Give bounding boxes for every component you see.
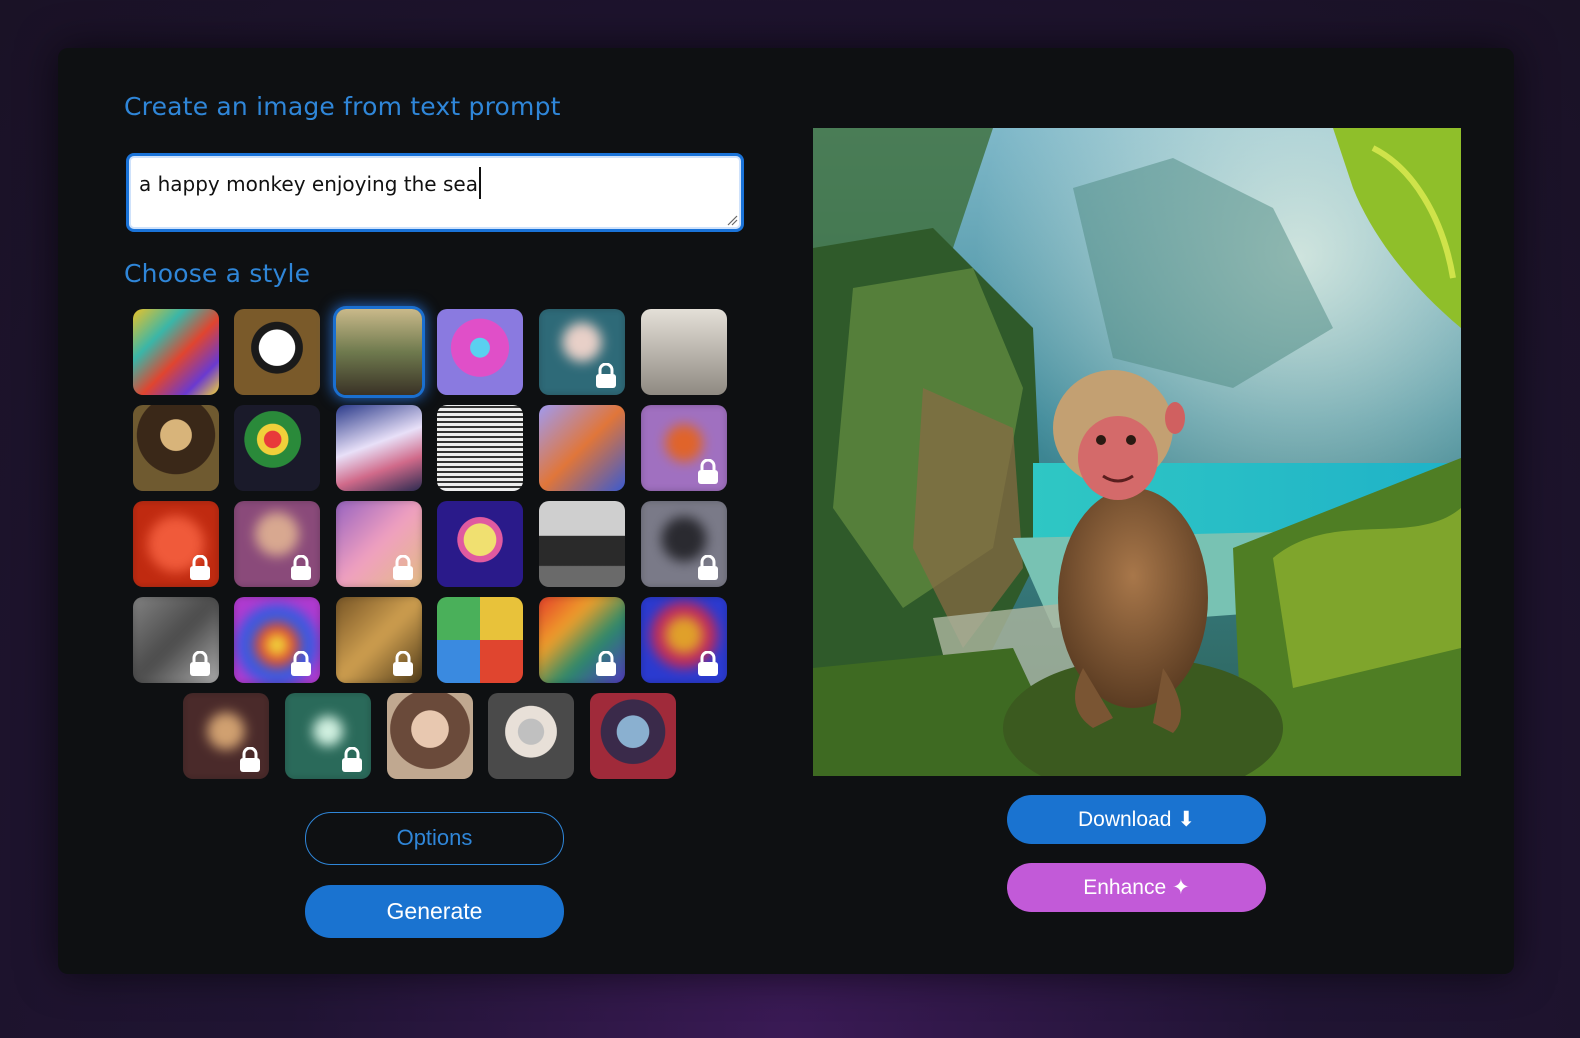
style-tile-isometric-room[interactable] [539, 405, 625, 491]
style-tile-flower-vase[interactable] [234, 405, 320, 491]
sparkle-icon: ✦ [1172, 876, 1190, 899]
style-tile-watercolor-man[interactable] [488, 693, 574, 779]
lock-icon [392, 554, 414, 581]
generate-button[interactable]: Generate [305, 885, 564, 938]
style-thumbnail [437, 501, 523, 587]
lock-icon [290, 554, 312, 581]
style-tile-vintage-engraving[interactable] [641, 309, 727, 395]
style-thumbnail [641, 309, 727, 395]
prompt-input[interactable]: a happy monkey enjoying the sea [126, 153, 744, 232]
style-tile-ballet-dancers[interactable] [336, 405, 422, 491]
lock-icon [595, 362, 617, 389]
style-thumbnail [234, 309, 320, 395]
style-thumbnail [488, 693, 574, 779]
enhance-button[interactable]: Enhance ✦ [1007, 863, 1266, 912]
style-tile-graffiti[interactable] [539, 597, 625, 683]
style-tile-icon-grid[interactable] [437, 597, 523, 683]
style-tile-classic-woman[interactable] [387, 693, 473, 779]
download-button[interactable]: Download ⬇ [1007, 795, 1266, 844]
style-thumbnail [336, 309, 422, 395]
style-tile-woman-portrait[interactable] [234, 501, 320, 587]
create-heading: Create an image from text prompt [124, 92, 561, 121]
style-tile-red-mask[interactable] [133, 501, 219, 587]
style-thumbnail [336, 405, 422, 491]
style-tile-pop-art-marilyn[interactable] [437, 501, 523, 587]
style-tile-psychedelic[interactable] [234, 597, 320, 683]
lock-icon [239, 746, 261, 773]
style-tile-fox-cartoon[interactable] [641, 405, 727, 491]
download-arrow-icon: ⬇ [1177, 808, 1195, 831]
style-tile-cup-sketch[interactable] [437, 405, 523, 491]
lock-icon [595, 650, 617, 677]
lock-icon [341, 746, 363, 773]
style-tile-teal-forest[interactable] [285, 693, 371, 779]
lock-icon [189, 554, 211, 581]
style-tile-gold-smoke[interactable] [336, 597, 422, 683]
enhance-label: Enhance [1083, 876, 1167, 899]
lock-icon [392, 650, 414, 677]
style-thumbnail [590, 693, 676, 779]
style-tile-panda-cartoon[interactable] [234, 309, 320, 395]
lock-icon [697, 458, 719, 485]
style-tile-landscape-painting[interactable] [336, 309, 422, 395]
style-tile-abstract-paint[interactable] [133, 309, 219, 395]
style-tile-colorful-face[interactable] [641, 597, 727, 683]
style-tile-modern-house[interactable] [539, 501, 625, 587]
style-tile-portrait-teal[interactable] [539, 309, 625, 395]
style-thumbnail [133, 405, 219, 491]
style-thumbnail [387, 693, 473, 779]
style-thumbnail [437, 309, 523, 395]
style-tile-cyber-face[interactable] [590, 693, 676, 779]
text-caret [478, 166, 481, 199]
lock-icon [290, 650, 312, 677]
style-thumbnail [133, 309, 219, 395]
prompt-text: a happy monkey enjoying the sea [139, 172, 478, 196]
resize-grip-icon[interactable] [726, 214, 738, 226]
style-thumbnail [539, 405, 625, 491]
style-tile-fantasy-warrior[interactable] [183, 693, 269, 779]
style-thumbnail [539, 501, 625, 587]
style-thumbnail [437, 597, 523, 683]
generated-image [813, 128, 1461, 776]
style-tile-mona-lisa[interactable] [133, 405, 219, 491]
monkey-image [813, 128, 1461, 776]
options-button[interactable]: Options [305, 812, 564, 865]
style-tile-dark-animal[interactable] [641, 501, 727, 587]
style-heading: Choose a style [124, 259, 311, 288]
lock-icon [697, 650, 719, 677]
style-tile-robot-neon[interactable] [437, 309, 523, 395]
lock-icon [189, 650, 211, 677]
style-thumbnail [437, 405, 523, 491]
style-tile-pastel-abstract[interactable] [336, 501, 422, 587]
style-tile-grey-collage[interactable] [133, 597, 219, 683]
lock-icon [697, 554, 719, 581]
style-thumbnail [234, 405, 320, 491]
download-label: Download [1077, 808, 1172, 831]
